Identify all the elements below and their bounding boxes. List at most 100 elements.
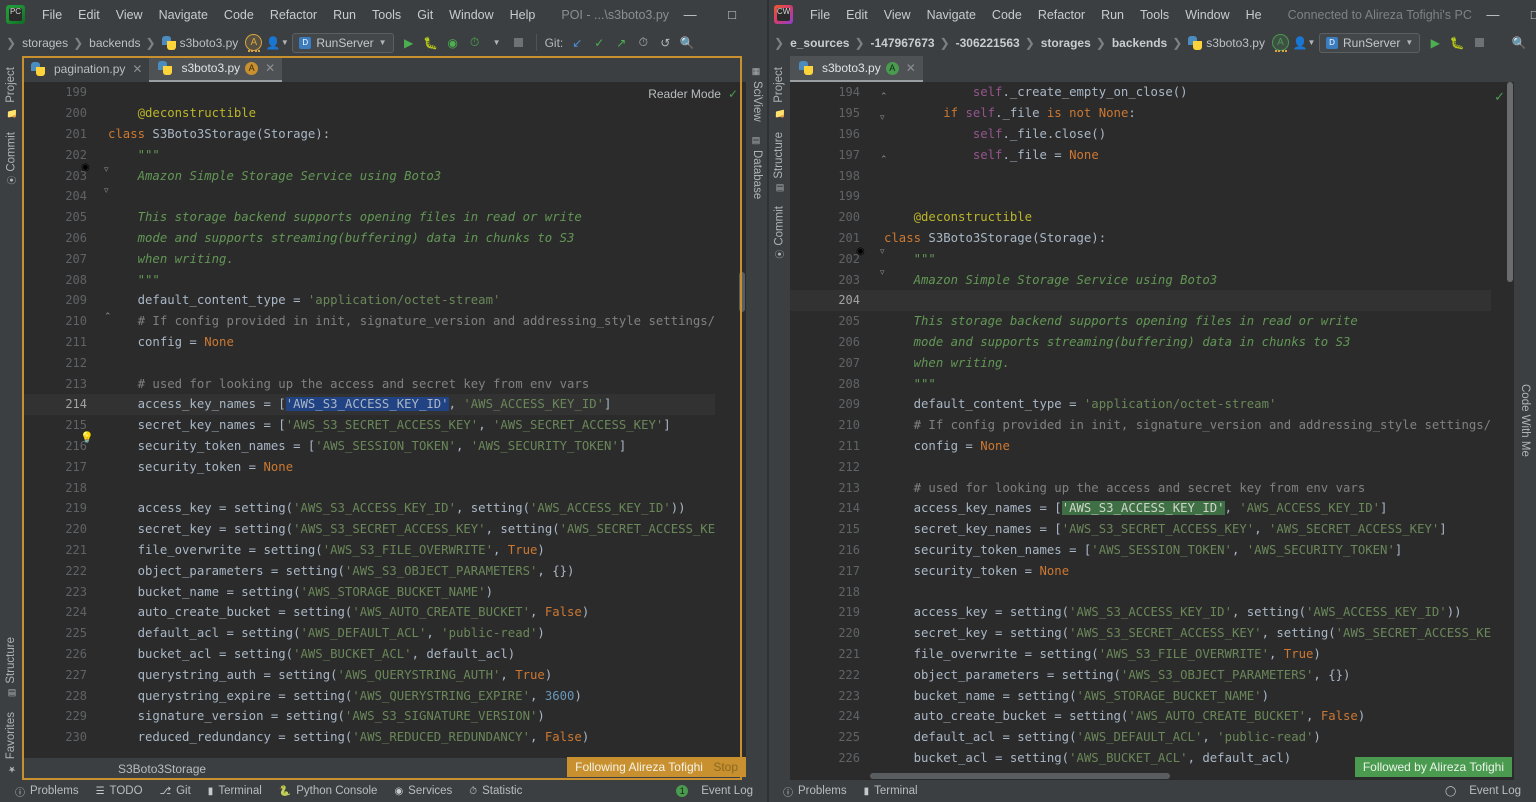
code-line[interactable]: 217 security_token = None bbox=[790, 560, 1491, 581]
code-line[interactable]: 208 """ bbox=[22, 269, 715, 290]
code-line[interactable]: 204 bbox=[790, 289, 1492, 311]
code-line[interactable]: 217 security_token = None bbox=[22, 456, 715, 477]
status-statistic[interactable]: ⏱ Statistic bbox=[462, 783, 529, 799]
code-line[interactable]: 200 @deconstructible bbox=[22, 103, 715, 124]
tool-window-structure[interactable]: ▤ Structure bbox=[2, 630, 20, 705]
menu-run[interactable]: Run bbox=[325, 5, 364, 25]
status-git[interactable]: ⎇ Git bbox=[153, 783, 198, 799]
fold-arrow-icon[interactable]: ⌃ bbox=[104, 311, 112, 322]
tab-s3boto3-py[interactable]: s3boto3.py A ✕ bbox=[790, 56, 923, 82]
user-add-icon[interactable]: 👤 ▼ bbox=[1293, 32, 1316, 54]
status-services[interactable]: ◉ Services bbox=[387, 783, 459, 799]
close-icon[interactable]: ✕ bbox=[906, 61, 916, 75]
code-line[interactable]: 198 bbox=[790, 165, 1491, 186]
code-line[interactable]: 206 mode and supports streaming(bufferin… bbox=[22, 228, 715, 249]
tool-window-sciview[interactable]: ▦ SciView bbox=[748, 60, 766, 129]
menu-code[interactable]: Code bbox=[984, 5, 1030, 25]
menu-view[interactable]: View bbox=[876, 5, 919, 25]
menu-refactor[interactable]: Refactor bbox=[262, 5, 325, 25]
history-icon[interactable]: ⏱ bbox=[632, 32, 654, 54]
code-line[interactable]: 197 self._file = None bbox=[790, 144, 1491, 165]
tool-window-commit[interactable]: ⦿ Commit bbox=[770, 199, 789, 266]
tool-window-project[interactable]: 📁 Project bbox=[770, 60, 788, 125]
code-line[interactable]: 212 bbox=[22, 352, 715, 373]
code-line[interactable]: 222 object_parameters = setting('AWS_S3_… bbox=[790, 664, 1491, 685]
code-line[interactable]: 210 # If config provided in init, signat… bbox=[22, 311, 715, 332]
code-line[interactable]: 196 self._file.close() bbox=[790, 124, 1491, 145]
run-icon[interactable]: ▶ bbox=[1424, 32, 1446, 54]
menu-navigate[interactable]: Navigate bbox=[151, 5, 216, 25]
code-line[interactable]: 211 config = None bbox=[22, 332, 715, 353]
avatar[interactable]: A bbox=[1271, 34, 1289, 52]
code-line[interactable]: 225 default_acl = setting('AWS_DEFAULT_A… bbox=[790, 727, 1491, 748]
code-line[interactable]: 230 reduced_redundancy = setting('AWS_RE… bbox=[22, 727, 715, 748]
code-line[interactable]: 216 security_token_names = ['AWS_SESSION… bbox=[22, 436, 715, 457]
fold-arrow-icon[interactable]: ▿ bbox=[880, 267, 885, 278]
chevron-down-icon[interactable]: ▼ bbox=[486, 32, 508, 54]
minimize-button[interactable]: — bbox=[1472, 0, 1514, 29]
code-line[interactable]: 206 mode and supports streaming(bufferin… bbox=[790, 332, 1491, 353]
code-line[interactable]: 207 when writing. bbox=[790, 352, 1491, 373]
code-line[interactable]: 207 when writing. bbox=[22, 248, 715, 269]
left-code-lines[interactable]: 199 200 @deconstructible 201 class S3Boto3S… bbox=[22, 82, 716, 758]
right-code-area[interactable]: ✓ 194 self._create_empty_on_close() 195 i… bbox=[790, 82, 1514, 780]
code-line[interactable]: 228 querystring_expire = setting('AWS_QU… bbox=[22, 685, 715, 706]
menu-view[interactable]: View bbox=[108, 5, 151, 25]
status-terminal[interactable]: ▮ Terminal bbox=[201, 783, 269, 799]
close-icon[interactable]: ✕ bbox=[265, 61, 275, 75]
fold-arrow-icon[interactable]: ⌃ bbox=[880, 91, 888, 102]
git-update-icon[interactable]: ↙ bbox=[566, 32, 588, 54]
code-line[interactable]: 227 querystring_auth = setting('AWS_QUER… bbox=[22, 664, 715, 685]
breadcrumb-storages[interactable]: storages bbox=[18, 36, 71, 50]
coverage-icon[interactable]: ◉ bbox=[442, 32, 464, 54]
code-line[interactable]: 215 secret_key_names = ['AWS_S3_SECRET_A… bbox=[22, 415, 715, 436]
left-code-area[interactable]: Reader Mode ✓ 199 200 @deconstructible 201… bbox=[22, 82, 746, 758]
code-line[interactable]: 209 default_content_type = 'application/… bbox=[22, 290, 715, 311]
rollback-icon[interactable]: ↺ bbox=[654, 32, 676, 54]
menu-edit[interactable]: Edit bbox=[70, 5, 108, 25]
code-line[interactable]: 222 object_parameters = setting('AWS_S3_… bbox=[22, 560, 715, 581]
code-line[interactable]: 205 This storage backend supports openin… bbox=[790, 311, 1491, 332]
code-line[interactable]: 219 access_key = setting('AWS_S3_ACCESS_… bbox=[790, 602, 1491, 623]
user-add-icon[interactable]: 👤 ▼ bbox=[266, 32, 289, 54]
code-line[interactable]: 213 # used for looking up the access and… bbox=[790, 477, 1491, 498]
code-line[interactable]: 225 default_acl = setting('AWS_DEFAULT_A… bbox=[22, 623, 715, 644]
menu-help[interactable]: He bbox=[1238, 5, 1270, 25]
close-button[interactable]: ✕ bbox=[753, 0, 768, 29]
fold-arrow-icon[interactable]: ▿ bbox=[880, 246, 885, 257]
status-python-console[interactable]: 🐍 Python Console bbox=[272, 783, 385, 799]
right-code-lines[interactable]: 194 self._create_empty_on_close() 195 if … bbox=[790, 82, 1492, 780]
status-event-log[interactable]: Event Log bbox=[1462, 783, 1528, 799]
code-line[interactable]: 223 bucket_name = setting('AWS_STORAGE_B… bbox=[790, 685, 1491, 706]
breadcrumb-backends[interactable]: backends bbox=[1108, 36, 1170, 50]
menu-code[interactable]: Code bbox=[216, 5, 262, 25]
run-configuration-selector[interactable]: D RunServer ▼ bbox=[292, 32, 394, 53]
menu-edit[interactable]: Edit bbox=[838, 5, 876, 25]
menu-refactor[interactable]: Refactor bbox=[1030, 5, 1093, 25]
code-line[interactable]: 199 bbox=[22, 82, 715, 103]
code-line[interactable]: 194 self._create_empty_on_close() bbox=[790, 82, 1491, 103]
code-line[interactable]: 219 access_key = setting('AWS_S3_ACCESS_… bbox=[22, 498, 715, 519]
breadcrumb-file[interactable]: s3boto3.py bbox=[158, 35, 242, 50]
reader-mode-indicator[interactable]: Reader Mode ✓ bbox=[640, 82, 746, 106]
fold-arrow-icon[interactable]: ▿ bbox=[880, 112, 885, 123]
git-commit-icon[interactable]: ✓ bbox=[588, 32, 610, 54]
maximize-button[interactable]: □ bbox=[1514, 0, 1536, 29]
code-line[interactable]: 204 bbox=[22, 186, 715, 207]
stop-icon[interactable] bbox=[508, 32, 530, 54]
run-icon[interactable]: ▶ bbox=[398, 32, 420, 54]
scrollbar-thumb[interactable] bbox=[870, 773, 1170, 779]
intention-bulb-icon[interactable]: 💡 bbox=[80, 431, 94, 444]
menu-file[interactable]: File bbox=[34, 5, 70, 25]
menu-navigate[interactable]: Navigate bbox=[919, 5, 984, 25]
menu-run[interactable]: Run bbox=[1093, 5, 1132, 25]
code-line[interactable]: 195 if self._file is not None: bbox=[790, 103, 1491, 124]
code-line[interactable]: 202 """ bbox=[790, 248, 1491, 269]
search-icon[interactable]: 🔍 bbox=[1508, 32, 1530, 54]
tool-window-project[interactable]: 📁 Project bbox=[2, 60, 20, 125]
tool-window-favorites[interactable]: ★ Favorites bbox=[2, 705, 20, 780]
code-line[interactable]: 203 Amazon Simple Storage Service using … bbox=[22, 165, 715, 186]
code-line[interactable]: 220 secret_key = setting('AWS_S3_SECRET_… bbox=[790, 623, 1491, 644]
tab-pagination-py[interactable]: pagination.py ✕ bbox=[22, 56, 149, 82]
status-terminal[interactable]: ▮ Terminal bbox=[857, 783, 925, 799]
